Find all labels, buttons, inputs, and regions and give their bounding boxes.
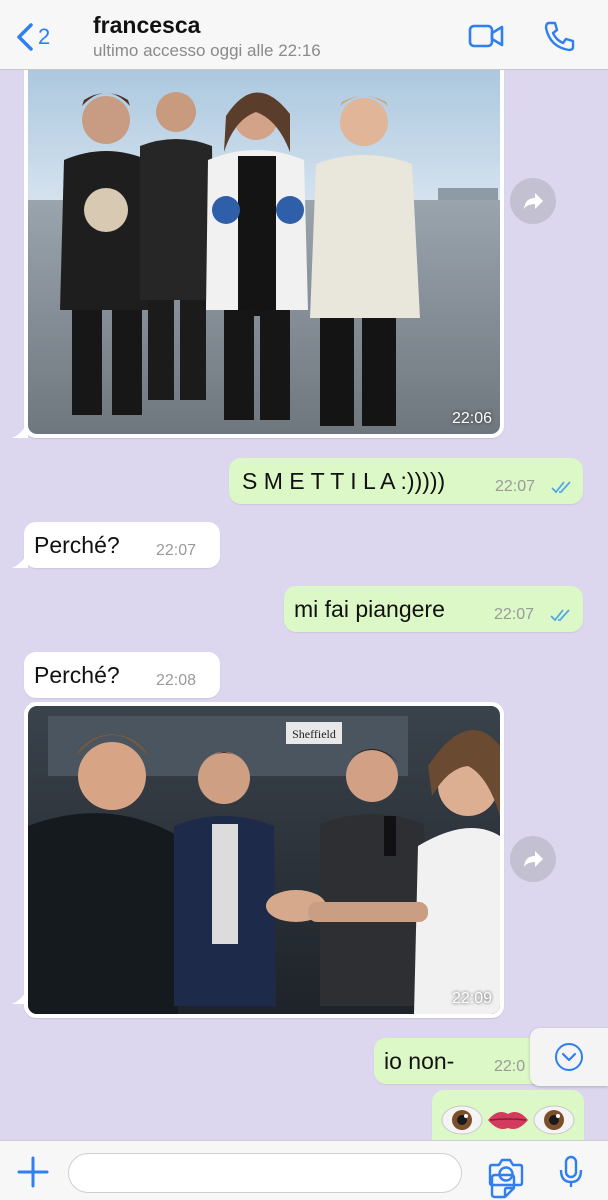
phone-call-icon[interactable] [540,18,580,54]
read-receipt-icon [550,609,570,622]
unread-count: 2 [38,24,51,49]
backstage-photo-image: Sheffield [28,706,500,1014]
message-text: io non- [384,1048,455,1074]
image-message[interactable]: 22:06 [24,70,504,438]
lips-emoji [488,1112,528,1129]
chat-photo[interactable]: 22:06 [28,70,500,434]
eye-emoji [533,1105,575,1135]
forward-button[interactable] [510,836,556,882]
outgoing-message[interactable]: mi fai piangere 22:07 [284,586,583,632]
bubble-tail [12,552,28,568]
image-message[interactable]: Sheffield 22:09 [24,702,504,1018]
microphone-icon[interactable] [558,1155,584,1189]
message-time: 22:0 [494,1058,526,1075]
message-text: Perché? [34,662,120,688]
incoming-message[interactable]: Perché? 22:07 [24,522,220,568]
chevron-down-circle-icon [555,1043,583,1071]
contact-name[interactable]: francesca [93,12,200,39]
incoming-message[interactable]: Perché? 22:08 [24,652,220,698]
forward-button[interactable] [510,178,556,224]
camera-icon[interactable] [488,1157,524,1187]
message-text: Perché? [34,532,120,558]
message-text: S M E T T I L A :))))) [242,468,446,494]
message-input-bar [0,1140,608,1200]
outgoing-emoji-message[interactable] [432,1090,584,1140]
scroll-to-bottom-button[interactable] [530,1028,608,1086]
message-time: 22:06 [451,410,492,427]
emoji-row [441,1105,575,1135]
message-time: 22:07 [495,478,536,495]
chat-photo[interactable]: Sheffield 22:09 [28,706,500,1014]
message-time: 22:08 [156,672,197,689]
eye-emoji [441,1105,483,1135]
back-button[interactable]: 2 [14,20,50,54]
bubble-tail [12,988,28,1004]
message-time: 22:07 [494,606,535,623]
message-input[interactable] [68,1153,516,1199]
message-time: 22:09 [451,990,492,1007]
outgoing-message[interactable]: S M E T T I L A :))))) 22:07 [229,458,583,504]
forward-icon [524,851,543,867]
last-seen-status: ultimo accesso oggi alle 22:16 [93,41,321,60]
group-photo-image [28,70,500,434]
chat-header: 2 francesca ultimo accesso oggi alle 22:… [0,0,608,70]
bubble-tail [12,422,28,438]
message-text: mi fai piangere [294,596,445,622]
forward-icon [524,193,543,209]
message-time: 22:07 [156,542,197,559]
sheffield-sign: Sheffield [292,727,336,741]
chat-thread[interactable]: 22:06 S M E T T I L A :))))) 22:07 Perch… [0,70,608,1140]
read-receipt-icon [551,481,571,494]
chevron-left-icon [17,23,33,51]
video-call-icon[interactable] [466,18,506,54]
plus-icon[interactable] [16,1155,50,1189]
